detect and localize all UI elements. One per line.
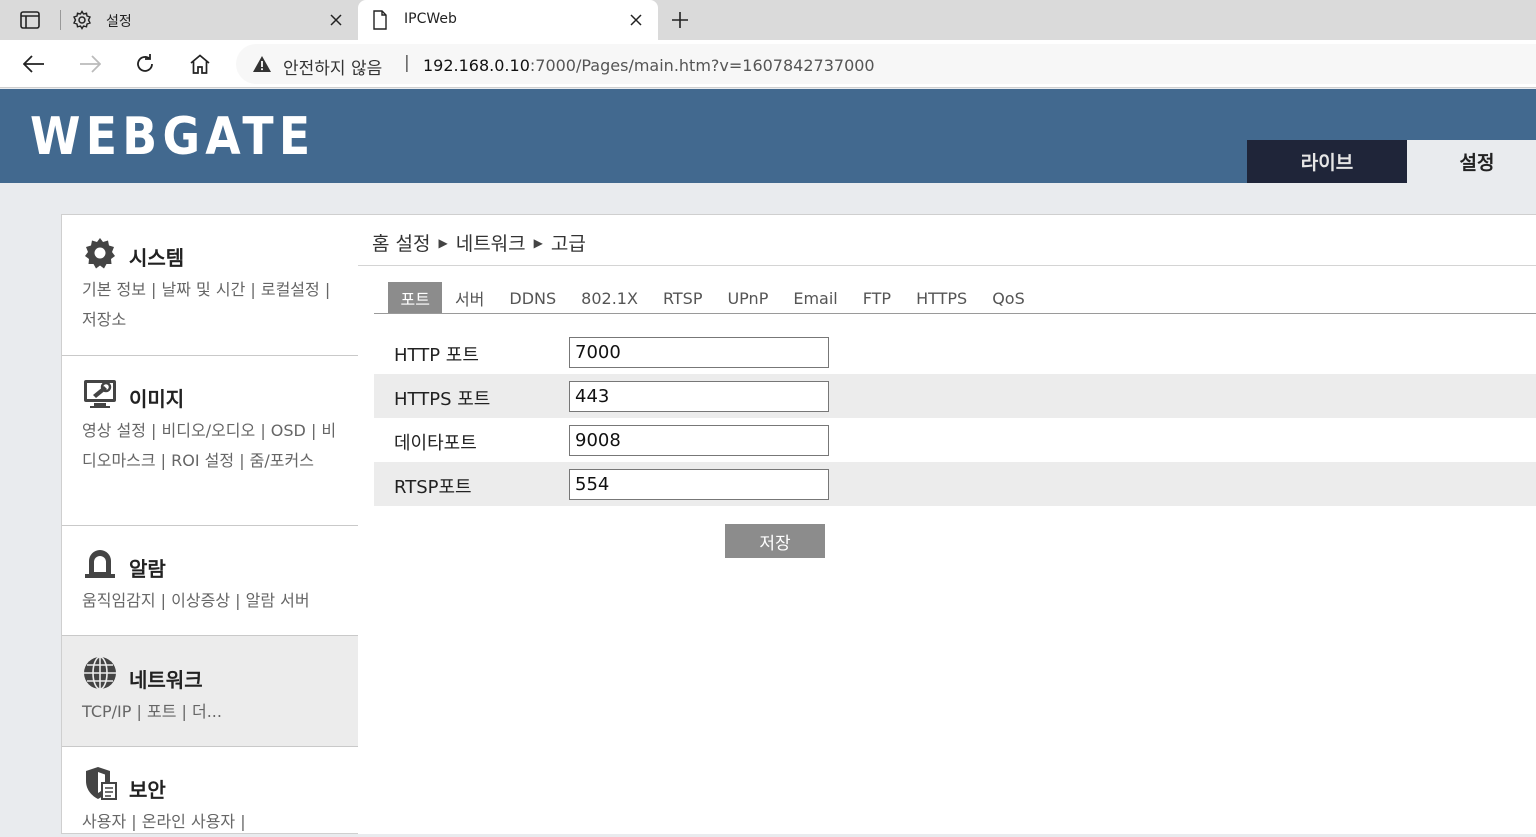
sidebar-section-links[interactable]: 움직임감지 | 이상증상 | 알람 서버: [82, 586, 350, 616]
browser-tab-bar: 설정 IPCWeb: [0, 0, 1536, 40]
sidebar-section-links[interactable]: TCP/IP | 포트 | 더...: [82, 697, 350, 727]
forward-arrow-icon: [74, 48, 106, 80]
sidebar-section-image[interactable]: 이미지 영상 설정 | 비디오/오디오 | OSD | 비디오마스크 | ROI…: [62, 356, 358, 526]
back-arrow-icon[interactable]: [18, 48, 50, 80]
close-icon[interactable]: [324, 8, 348, 32]
tab-email[interactable]: Email: [781, 282, 850, 314]
refresh-icon[interactable]: [129, 48, 161, 80]
breadcrumb-item[interactable]: 홈 설정: [372, 229, 430, 256]
http-port-label: HTTP 포트: [394, 345, 479, 366]
sidebar-section-title: 네트워크: [129, 668, 203, 692]
tab-upnp[interactable]: UPnP: [715, 282, 781, 314]
https-port-row: HTTPS 포트: [374, 374, 1536, 418]
rtsp-port-row: RTSP포트: [374, 462, 1536, 506]
address-bar[interactable]: 안전하지 않음 | 192.168.0.10:7000/Pages/main.h…: [236, 44, 1536, 84]
breadcrumb-item: 고급: [550, 233, 586, 255]
url-text[interactable]: 192.168.0.10:7000/Pages/main.htm?v=16078…: [423, 56, 875, 75]
tab-server[interactable]: 서버: [442, 282, 496, 314]
breadcrumb-arrow-icon: ▶: [438, 235, 448, 250]
browser-toolbar: 안전하지 않음 | 192.168.0.10:7000/Pages/main.h…: [0, 40, 1536, 88]
gear-icon: [82, 235, 118, 271]
warning-icon[interactable]: [252, 55, 272, 73]
sidebar-section-system[interactable]: 시스템 기본 정보 | 날짜 및 시간 | 로컬설정 | 저장소: [62, 215, 358, 356]
data-port-row: 데이타포트: [374, 418, 1536, 462]
sidebar-section-links[interactable]: 사용자 | 온라인 사용자 |: [82, 807, 350, 837]
url-host: 192.168.0.10: [423, 56, 530, 75]
monitor-wrench-icon: [82, 376, 118, 412]
sidebar-section-title: 보안: [129, 778, 166, 802]
browser-tab-settings[interactable]: 설정: [60, 0, 358, 40]
tab-ftp[interactable]: FTP: [850, 282, 903, 314]
network-advanced-tabs: 포트 서버 DDNS 802.1X RTSP UPnP Email FTP HT…: [388, 282, 1037, 314]
breadcrumb: 홈 설정 ▶ 네트워크 ▶ 고급: [372, 229, 586, 256]
breadcrumb-arrow-icon: ▶: [533, 235, 543, 250]
tab-8021x[interactable]: 802.1X: [569, 282, 651, 314]
shield-icon: [82, 765, 118, 801]
breadcrumb-divider: [358, 265, 1536, 266]
save-button[interactable]: 저장: [725, 524, 825, 558]
page-icon: [370, 10, 390, 30]
data-port-label: 데이타포트: [394, 433, 477, 454]
close-icon[interactable]: [624, 8, 648, 32]
tab-actions-icon[interactable]: [14, 8, 46, 32]
tab-qos[interactable]: QoS: [980, 282, 1038, 314]
rtsp-port-label: RTSP포트: [394, 477, 472, 498]
http-port-input[interactable]: [569, 337, 829, 368]
http-port-row: HTTP 포트: [374, 330, 1536, 374]
globe-icon: [82, 655, 118, 691]
settings-sidebar: 시스템 기본 정보 | 날짜 및 시간 | 로컬설정 | 저장소 이미지 영상 …: [61, 214, 359, 834]
sidebar-section-links[interactable]: 영상 설정 | 비디오/오디오 | OSD | 비디오마스크 | ROI 설정 …: [82, 416, 350, 475]
sidebar-section-title: 알람: [129, 557, 166, 581]
gear-icon: [72, 10, 92, 30]
sidebar-section-security[interactable]: 보안 사용자 | 온라인 사용자 |: [62, 747, 358, 837]
tab-port[interactable]: 포트: [388, 282, 443, 314]
tab-ddns[interactable]: DDNS: [497, 282, 569, 314]
https-port-label: HTTPS 포트: [394, 389, 491, 410]
tabs-divider: [374, 313, 1536, 314]
alarm-light-icon: [82, 544, 118, 580]
security-status-text[interactable]: 안전하지 않음: [283, 54, 382, 79]
webgate-logo: WEBGATE: [30, 107, 316, 167]
app-header: WEBGATE 라이브 설정: [0, 89, 1536, 183]
sidebar-section-network[interactable]: 네트워크 TCP/IP | 포트 | 더...: [62, 636, 358, 747]
browser-tab-title: 설정: [106, 14, 132, 30]
tab-setting[interactable]: 설정: [1407, 140, 1536, 183]
data-port-input[interactable]: [569, 425, 829, 456]
https-port-input[interactable]: [569, 381, 829, 412]
settings-content: 홈 설정 ▶ 네트워크 ▶ 고급 포트 서버 DDNS 802.1X RTSP …: [358, 214, 1536, 834]
sidebar-section-title: 이미지: [129, 387, 185, 411]
tab-rtsp[interactable]: RTSP: [650, 282, 715, 314]
sidebar-section-alarm[interactable]: 알람 움직임감지 | 이상증상 | 알람 서버: [62, 526, 358, 636]
tab-https[interactable]: HTTPS: [904, 282, 980, 314]
address-separator: |: [404, 53, 410, 73]
tab-live[interactable]: 라이브: [1247, 140, 1407, 183]
sidebar-section-links[interactable]: 기본 정보 | 날짜 및 시간 | 로컬설정 | 저장소: [82, 275, 350, 334]
sidebar-section-title: 시스템: [129, 246, 185, 270]
url-path: :7000/Pages/main.htm?v=1607842737000: [529, 56, 875, 75]
rtsp-port-input[interactable]: [569, 469, 829, 500]
browser-tab-ipcweb[interactable]: IPCWeb: [358, 0, 658, 40]
new-tab-icon[interactable]: [666, 6, 694, 34]
breadcrumb-item[interactable]: 네트워크: [456, 229, 526, 256]
browser-tab-title: IPCWeb: [404, 11, 457, 27]
home-icon[interactable]: [184, 48, 216, 80]
